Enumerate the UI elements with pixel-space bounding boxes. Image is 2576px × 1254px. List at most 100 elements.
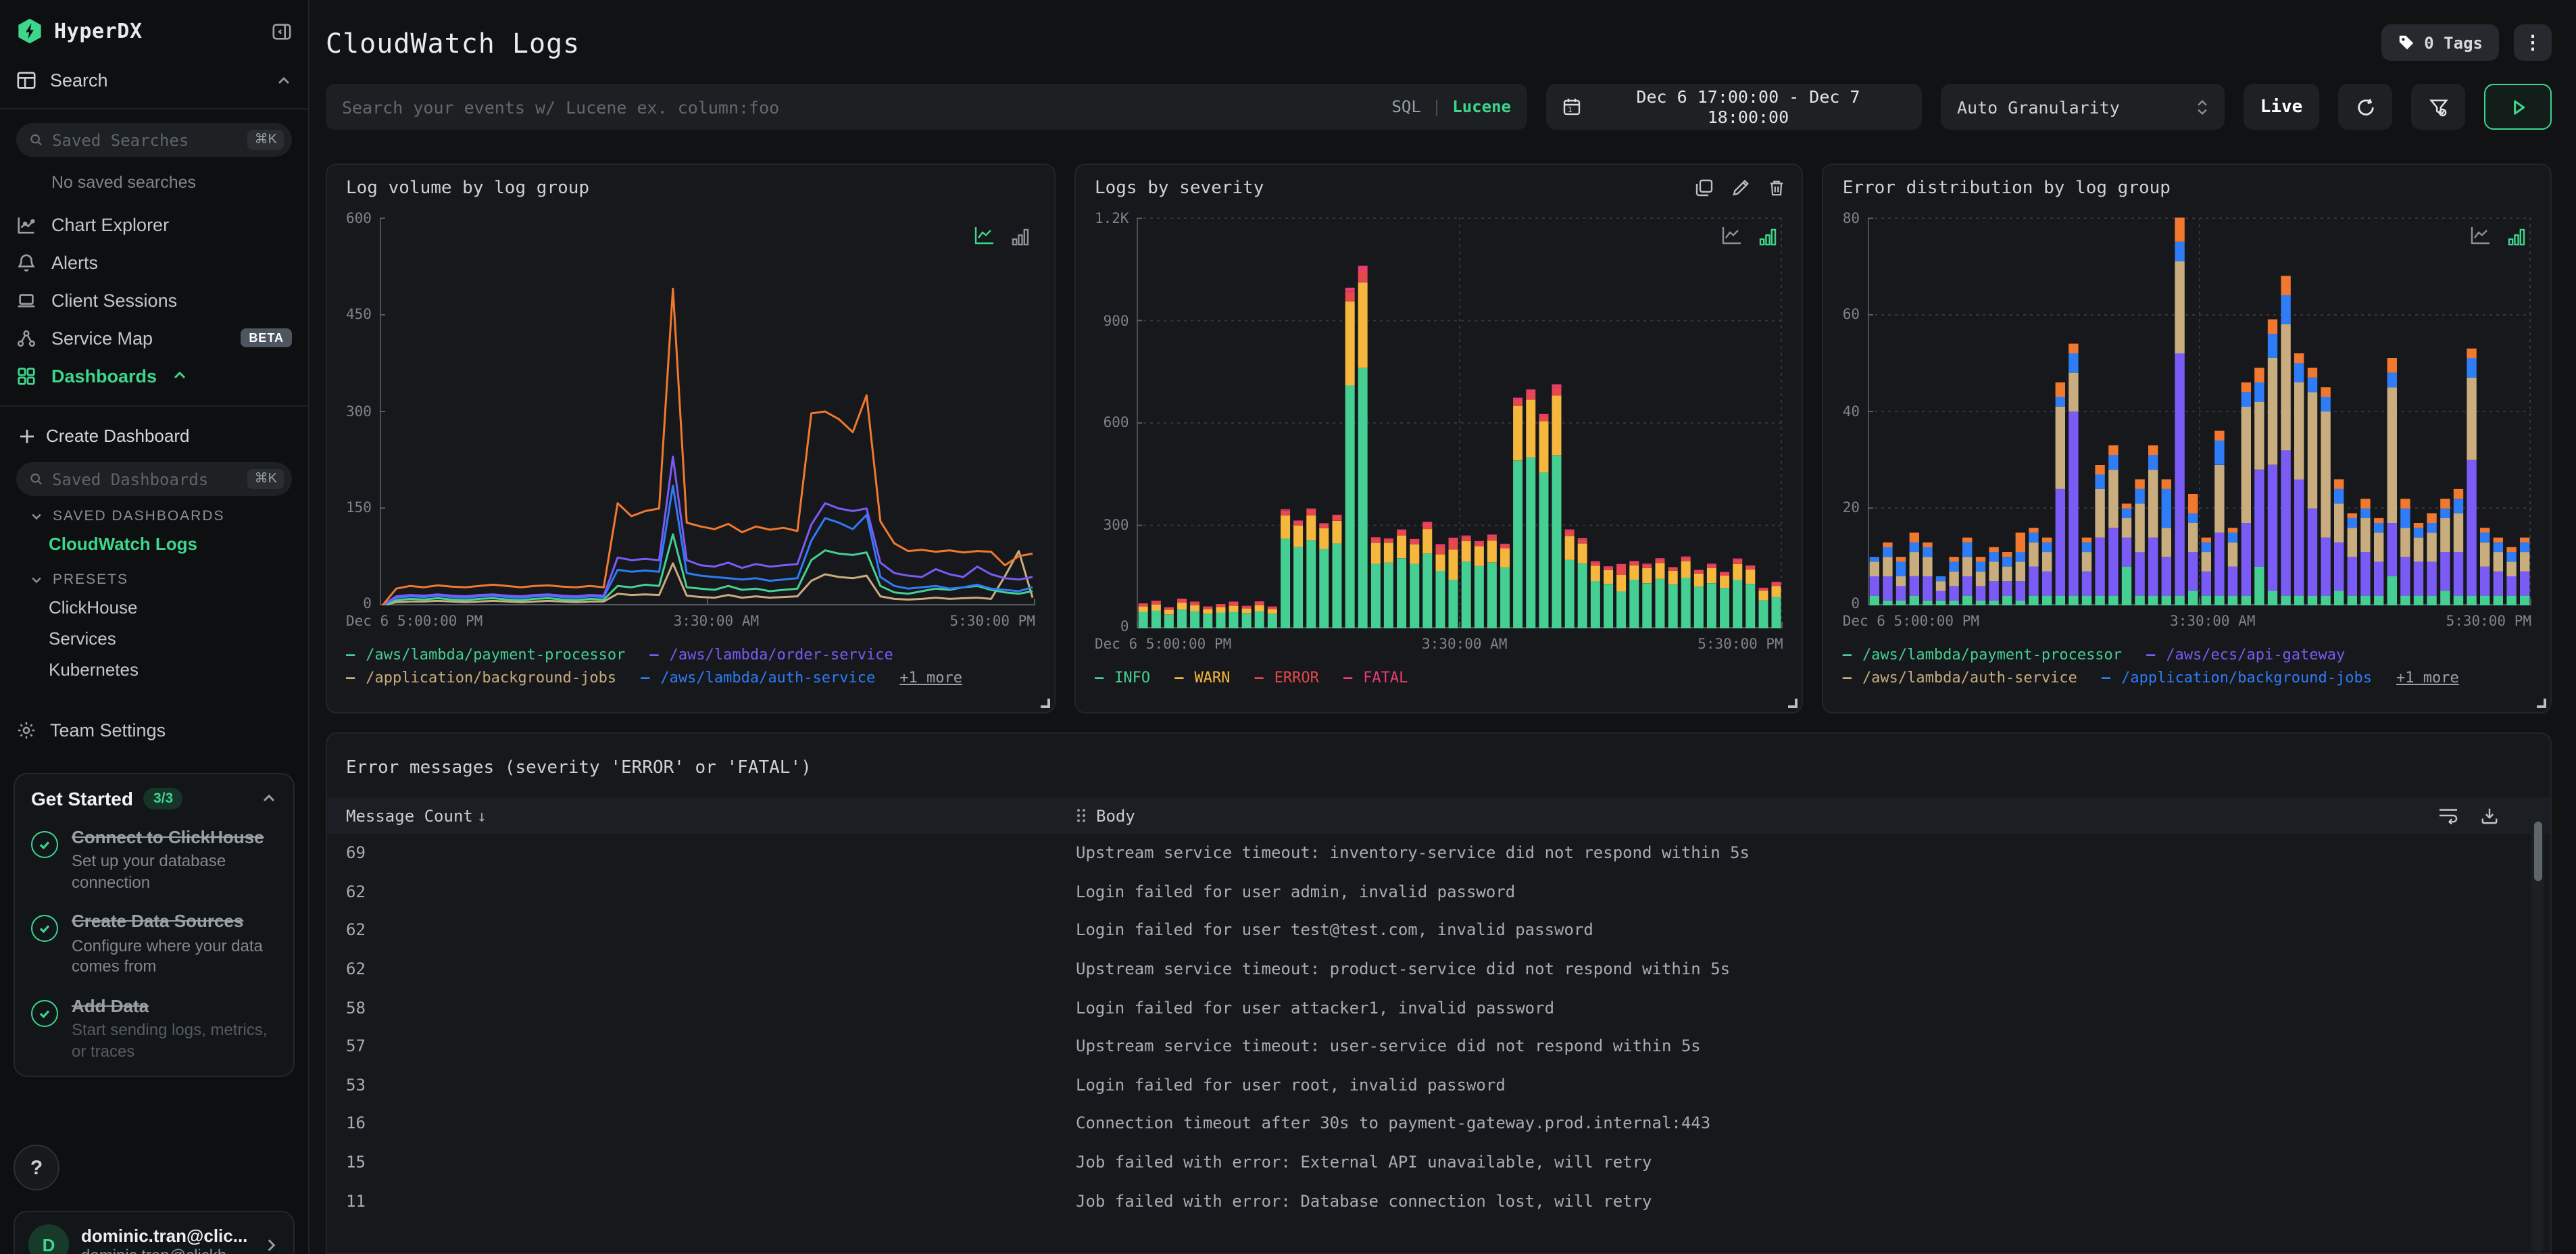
y-axis-labels: 1.2K 900 600 300 0: [1094, 211, 1129, 635]
sidebar-item-preset-services[interactable]: Services: [0, 623, 308, 654]
legend-item[interactable]: —/aws/lambda/payment-processor: [1843, 646, 2122, 663]
sidebar-item-preset-clickhouse[interactable]: ClickHouse: [0, 592, 308, 623]
bar-chart-toggle-icon[interactable]: [1011, 227, 1030, 246]
saved-searches-input[interactable]: ⌘K: [16, 123, 292, 157]
delete-icon[interactable]: [1768, 178, 1786, 197]
date-range-value: Dec 6 17:00:00 - Dec 7 18:00:00: [1636, 86, 1860, 127]
sidebar-item-client-sessions[interactable]: Client Sessions: [0, 281, 308, 319]
lucene-toggle[interactable]: Lucene: [1452, 97, 1511, 116]
refresh-button[interactable]: [2338, 84, 2392, 130]
granularity-select[interactable]: Auto Granularity: [1941, 84, 2225, 130]
run-query-button[interactable]: [2484, 84, 2552, 130]
sql-toggle[interactable]: SQL: [1391, 97, 1420, 116]
table-row[interactable]: 62 Login failed for user admin, invalid p…: [327, 872, 2550, 911]
sidebar-item-search[interactable]: Search: [0, 62, 308, 99]
chart-plot[interactable]: [1137, 218, 1783, 628]
sidebar-item-service-map[interactable]: Service Map BETA: [0, 319, 308, 357]
event-search-input[interactable]: [342, 97, 1379, 117]
sidebar-item-cloudwatch-logs[interactable]: CloudWatch Logs: [0, 528, 308, 559]
charts-row: Log volume by log group 600 450 300 150 0 Dec …: [326, 164, 2552, 713]
bar-chart-toggle-icon[interactable]: [1759, 227, 1778, 246]
legend-item[interactable]: — ERROR: [1254, 669, 1319, 686]
sidebar-collapse-icon[interactable]: [272, 21, 292, 41]
presets-group[interactable]: PRESETS: [0, 559, 308, 592]
table-row[interactable]: 11 Job failed with error: Database connec…: [327, 1182, 2550, 1220]
legend-item[interactable]: —/application/background-jobs: [346, 669, 616, 686]
tag-icon: [2399, 35, 2413, 50]
sidebar-item-preset-kubernetes[interactable]: Kubernetes: [0, 654, 308, 685]
legend-item[interactable]: —/aws/ecs/api-gateway: [2146, 646, 2345, 663]
step-title: Connect to ClickHouse: [72, 827, 264, 847]
legend-item[interactable]: —/aws/lambda/payment-processor: [346, 646, 625, 663]
chart-plot[interactable]: [1868, 218, 2531, 605]
drag-handle-icon[interactable]: [1076, 808, 1087, 823]
filter-button[interactable]: [2411, 84, 2465, 130]
get-started-step[interactable]: Add Data Start sending logs, metrics, or …: [31, 996, 277, 1063]
table-row[interactable]: 62 Upstream service timeout: product-serv…: [327, 950, 2550, 988]
panel-resize-handle[interactable]: [1788, 699, 1798, 708]
sidebar-item-team-settings[interactable]: Team Settings: [0, 701, 308, 759]
table-row[interactable]: 58 Login failed for user attacker1, inval…: [327, 988, 2550, 1027]
legend-item[interactable]: —/application/background-jobs: [2102, 669, 2372, 686]
line-chart-toggle-icon[interactable]: [2469, 226, 2491, 246]
table-row[interactable]: 15 Job failed with error: External API un…: [327, 1143, 2550, 1182]
date-range-picker[interactable]: 1 Dec 6 17:00:00 - Dec 7 18:00:00: [1546, 84, 1922, 130]
laptop-icon: [18, 293, 35, 307]
saved-searches-field[interactable]: [52, 130, 239, 149]
live-button[interactable]: Live: [2244, 84, 2319, 130]
legend-item[interactable]: — FATAL: [1343, 669, 1408, 686]
legend-item[interactable]: — WARN: [1174, 669, 1230, 686]
legend-more-link[interactable]: +1 more: [899, 669, 962, 686]
saved-dashboards-input[interactable]: ⌘K: [16, 462, 292, 496]
legend-item[interactable]: —/aws/lambda/auth-service: [1843, 669, 2077, 686]
table-scrollbar[interactable]: [2531, 815, 2544, 1253]
legend-item[interactable]: —/aws/lambda/auth-service: [641, 669, 875, 686]
kebab-menu-button[interactable]: ⋮: [2514, 24, 2552, 61]
chart-plot[interactable]: [379, 218, 1035, 605]
cell-message-count: 11: [346, 1191, 366, 1211]
line-chart-toggle-icon[interactable]: [1721, 226, 1743, 246]
bar-chart-toggle-icon[interactable]: [2507, 227, 2526, 246]
help-button[interactable]: ?: [14, 1145, 59, 1190]
chevron-up-icon[interactable]: [276, 72, 292, 89]
legend-more-link[interactable]: +1 more: [2396, 669, 2459, 686]
user-card[interactable]: D dominic.tran@clic... dominic.tran@clic…: [14, 1211, 295, 1254]
tags-button[interactable]: 0 Tags: [2381, 24, 2499, 61]
table-row[interactable]: 62 Login failed for user test@test.com, i…: [327, 911, 2550, 949]
download-icon[interactable]: [2480, 807, 2499, 824]
cell-message-count: 58: [346, 998, 366, 1018]
wrap-lines-icon[interactable]: [2438, 807, 2458, 824]
event-search-box[interactable]: SQL | Lucene: [326, 84, 1527, 130]
search-section: Search: [0, 62, 308, 109]
get-started-step[interactable]: Connect to ClickHouse Set up your databas…: [31, 827, 277, 894]
granularity-value: Auto Granularity: [1957, 97, 2120, 117]
legend-item[interactable]: — INFO: [1095, 669, 1150, 686]
duplicate-icon[interactable]: [1695, 178, 1714, 197]
cell-body: Job failed with error: Database connecti…: [1076, 1191, 1652, 1211]
scrollbar-thumb[interactable]: [2533, 822, 2542, 881]
table-row[interactable]: 57 Upstream service timeout: user-service…: [327, 1027, 2550, 1065]
panel-resize-handle[interactable]: [2537, 699, 2546, 708]
line-chart-toggle-icon[interactable]: [973, 226, 995, 246]
create-dashboard-button[interactable]: Create Dashboard: [0, 418, 308, 454]
app-root: HyperDX Search ⌘K No saved searches Char…: [0, 0, 2576, 1254]
panel-resize-handle[interactable]: [1040, 699, 1050, 708]
legend-item[interactable]: —/aws/lambda/order-service: [649, 646, 893, 663]
sidebar-item-chart-explorer[interactable]: Chart Explorer: [0, 205, 308, 243]
saved-dashboards-field[interactable]: [52, 470, 239, 488]
y-axis-labels: 600 450 300 150 0: [346, 211, 372, 612]
saved-dashboards-group[interactable]: SAVED DASHBOARDS: [0, 496, 308, 528]
chevron-up-icon[interactable]: [172, 368, 188, 384]
chevron-up-icon[interactable]: [261, 791, 277, 807]
column-header-body[interactable]: Body: [1076, 806, 2438, 825]
edit-icon[interactable]: [1732, 178, 1751, 197]
column-header-message-count[interactable]: Message Count ↓: [346, 806, 1076, 825]
table-row[interactable]: 16 Connection timeout after 30s to paymen…: [327, 1104, 2550, 1143]
get-started-step[interactable]: Create Data Sources Configure where your …: [31, 911, 277, 978]
cell-message-count: 53: [346, 1075, 366, 1095]
lang-separator: |: [1431, 97, 1442, 116]
sidebar-item-dashboards[interactable]: Dashboards: [0, 357, 308, 395]
sidebar-item-alerts[interactable]: Alerts: [0, 243, 308, 281]
table-row[interactable]: 53 Login failed for user root, invalid pa…: [327, 1065, 2550, 1104]
table-row[interactable]: 69 Upstream service timeout: inventory-se…: [327, 834, 2550, 872]
